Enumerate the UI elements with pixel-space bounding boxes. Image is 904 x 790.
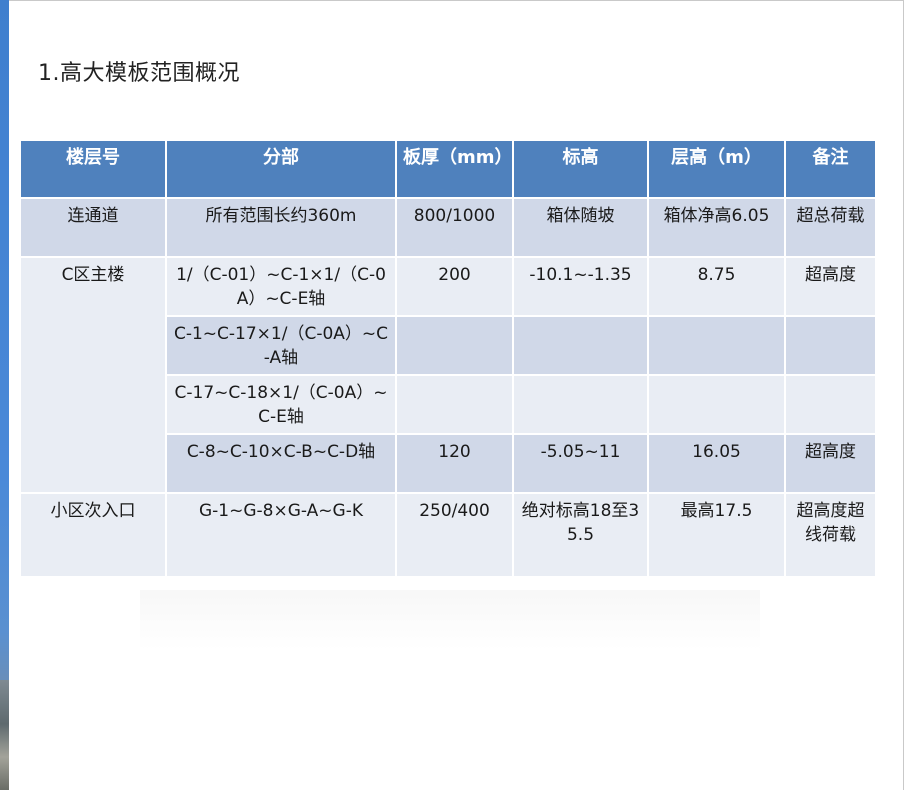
slide-title: 1.高大模板范围概况 xyxy=(38,61,240,86)
table-row: 小区次入口 G-1~G-8×G-A~G-K 250/400 绝对标高18至35.… xyxy=(19,492,877,578)
cell-floor-group: C区主楼 xyxy=(19,256,167,494)
cell-note: 超总荷载 xyxy=(784,197,877,258)
cell-elevation: -10.1~-1.35 xyxy=(512,256,649,317)
cell-thickness: 250/400 xyxy=(395,492,514,578)
faint-background-shape xyxy=(140,590,760,650)
header-height: 层高（m） xyxy=(647,139,786,199)
slide: 1.高大模板范围概况 楼层号 分部 板厚（mm） 标高 层高（m） 备注 连通道… xyxy=(0,0,904,790)
formwork-overview-table: 楼层号 分部 板厚（mm） 标高 层高（m） 备注 连通道 所有范围长约360m… xyxy=(19,139,877,578)
slide-top-border xyxy=(0,0,904,1)
header-floor: 楼层号 xyxy=(19,139,167,199)
cell-elevation: 绝对标高18至35.5 xyxy=(512,492,649,578)
cell-thickness xyxy=(395,315,514,376)
cell-part: C-17~C-18×1/（C-0A）~C-E轴 xyxy=(165,374,397,435)
cell-note: 超高度 xyxy=(784,256,877,317)
left-accent-stripe xyxy=(0,0,9,790)
header-note: 备注 xyxy=(784,139,877,199)
table-header-row: 楼层号 分部 板厚（mm） 标高 层高（m） 备注 xyxy=(19,139,877,199)
table-row: 连通道 所有范围长约360m 800/1000 箱体随坡 箱体净高6.05 超总… xyxy=(19,197,877,258)
cell-elevation: -5.05~11 xyxy=(512,433,649,494)
cell-floor: 连通道 xyxy=(19,197,167,258)
cell-note xyxy=(784,315,877,376)
cell-elevation xyxy=(512,374,649,435)
header-thickness: 板厚（mm） xyxy=(395,139,514,199)
cell-height: 箱体净高6.05 xyxy=(647,197,786,258)
cell-part: C-8~C-10×C-B~C-D轴 xyxy=(165,433,397,494)
left-stripe-photo-strip xyxy=(0,680,9,790)
cell-note xyxy=(784,374,877,435)
table-row: C区主楼 1/（C-01）~C-1×1/（C-0A）~C-E轴 200 -10.… xyxy=(19,256,877,494)
cell-part: 所有范围长约360m xyxy=(165,197,397,258)
cell-thickness: 800/1000 xyxy=(395,197,514,258)
cell-height: 8.75 xyxy=(647,256,786,317)
cell-note: 超高度 xyxy=(784,433,877,494)
cell-floor: 小区次入口 xyxy=(19,492,167,578)
cell-height: 最高17.5 xyxy=(647,492,786,578)
cell-thickness: 200 xyxy=(395,256,514,317)
header-part: 分部 xyxy=(165,139,397,199)
cell-height xyxy=(647,315,786,376)
cell-thickness xyxy=(395,374,514,435)
cell-part: 1/（C-01）~C-1×1/（C-0A）~C-E轴 xyxy=(165,256,397,317)
cell-elevation xyxy=(512,315,649,376)
cell-part: C-1~C-17×1/（C-0A）~C-A轴 xyxy=(165,315,397,376)
cell-note: 超高度超线荷载 xyxy=(784,492,877,578)
cell-part: G-1~G-8×G-A~G-K xyxy=(165,492,397,578)
header-elevation: 标高 xyxy=(512,139,649,199)
cell-elevation: 箱体随坡 xyxy=(512,197,649,258)
cell-height xyxy=(647,374,786,435)
cell-height: 16.05 xyxy=(647,433,786,494)
cell-thickness: 120 xyxy=(395,433,514,494)
